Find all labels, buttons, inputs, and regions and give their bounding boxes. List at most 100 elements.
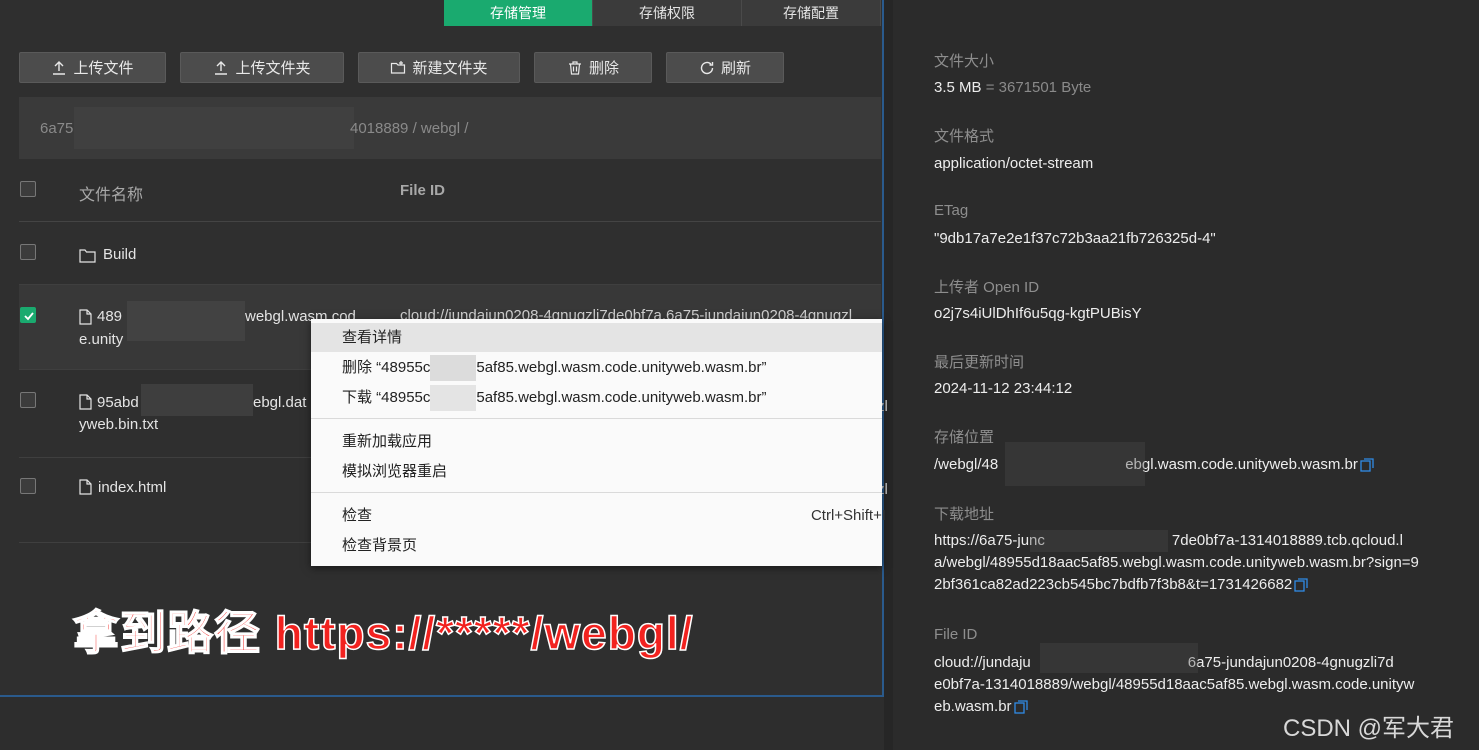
file-id-line2: e0bf7a-1314018889/webgl/48955d18aac5af85… bbox=[934, 676, 1415, 693]
breadcrumb-prefix[interactable]: 6a75 bbox=[40, 120, 73, 137]
menu-item-inspect[interactable]: 检查 Ctrl+Shift+I bbox=[311, 501, 886, 530]
copy-icon[interactable] bbox=[1294, 578, 1308, 592]
download-url-line2: a/webgl/48955d18aac5af85.webgl.wasm.code… bbox=[934, 554, 1419, 571]
upload-icon bbox=[215, 60, 228, 75]
redaction-mask bbox=[1005, 442, 1145, 486]
storage-location-suffix: ebgl.wasm.code.unityweb.wasm.br bbox=[1125, 456, 1358, 473]
file-name-end[interactable]: ebgl.dat bbox=[253, 391, 306, 414]
file-name[interactable]: index.html bbox=[98, 476, 166, 499]
storage-location-prefix: /webgl/48 bbox=[934, 456, 999, 473]
redaction-mask bbox=[141, 384, 253, 416]
download-url-line3: 2bf361ca82ad223cb545bc7bdfb7f3b8&t=17314… bbox=[934, 574, 1454, 596]
delete-button[interactable]: 删除 bbox=[534, 52, 652, 83]
menu-item-delete-suffix: 5af85.webgl.wasm.code.unityweb.wasm.br” bbox=[476, 359, 767, 376]
file-icon bbox=[79, 394, 92, 410]
context-menu: 查看详情 删除 “48955c 5af85.webgl.wasm.code.uni… bbox=[311, 319, 886, 566]
table-row[interactable]: Build bbox=[19, 222, 881, 285]
trash-icon bbox=[568, 60, 581, 75]
download-url-label: 下载地址 bbox=[934, 506, 995, 523]
download-url-line1: https://6a75-junc 7de0bf7a-1314018889.tcb… bbox=[934, 530, 1454, 552]
annotation-caption: 拿到路径 https://*****/webgl/ bbox=[72, 606, 694, 660]
panel-divider bbox=[884, 0, 893, 750]
tab-storage-permissions[interactable]: 存储权限 bbox=[593, 0, 742, 26]
bottom-strip bbox=[0, 697, 893, 750]
new-folder-icon bbox=[391, 60, 406, 74]
menu-item-view-details[interactable]: 查看详情 bbox=[311, 323, 882, 352]
uploader-openid-value: o2j7s4iUlDhIf6u5qg-kgtPUBisY bbox=[934, 305, 1142, 322]
last-updated-value: 2024-11-12 23:44:12 bbox=[934, 380, 1073, 397]
menu-item-download-prefix: 下载 “48955c bbox=[342, 389, 431, 406]
file-id-line3-text: eb.wasm.br bbox=[934, 698, 1012, 715]
file-name-line2[interactable]: e.unity bbox=[79, 328, 123, 351]
menu-item-download-suffix: 5af85.webgl.wasm.code.unityweb.wasm.br” bbox=[476, 389, 767, 406]
redaction-mask bbox=[430, 385, 477, 412]
new-folder-button[interactable]: 新建文件夹 bbox=[358, 52, 520, 83]
copy-icon[interactable] bbox=[1360, 458, 1374, 472]
file-name-start[interactable]: 489 bbox=[97, 305, 122, 328]
file-name-start[interactable]: 95abd bbox=[97, 391, 139, 414]
menu-separator bbox=[311, 418, 882, 419]
download-url-value: https://6a75-junc 7de0bf7a-1314018889.tcb… bbox=[934, 530, 1454, 596]
file-id-prefix: cloud://jundaju bbox=[934, 654, 1031, 671]
storage-tabs: 存储管理 存储权限 存储配置 bbox=[444, 0, 881, 26]
file-id-suffix: 6a75-jundajun0208-4gnugzli7d bbox=[1187, 654, 1394, 671]
menu-item-delete[interactable]: 删除 “48955c 5af85.webgl.wasm.code.unityweb… bbox=[311, 353, 882, 382]
tab-storage-management[interactable]: 存储管理 bbox=[444, 0, 593, 26]
redaction-mask bbox=[1040, 643, 1198, 673]
upload-file-button[interactable]: 上传文件 bbox=[19, 52, 166, 83]
file-size-value: 3.5 MB = 3671501 Byte bbox=[934, 77, 1454, 99]
table-header: 文件名称 File ID bbox=[19, 160, 881, 222]
redaction-mask bbox=[1030, 530, 1168, 552]
toolbar: 上传文件 上传文件夹 新建文件夹 删除 刷新 bbox=[19, 52, 798, 83]
redaction-mask bbox=[430, 355, 477, 382]
row-checkbox[interactable] bbox=[20, 392, 36, 408]
redaction-mask bbox=[127, 301, 245, 341]
download-url-suffix: 7de0bf7a-1314018889.tcb.qcloud.l bbox=[1171, 532, 1403, 549]
menu-item-reload-app[interactable]: 重新加载应用 bbox=[311, 427, 882, 456]
tab-storage-config[interactable]: 存储配置 bbox=[742, 0, 881, 26]
download-url-prefix: https://6a75-junc bbox=[934, 532, 1045, 549]
upload-file-label: 上传文件 bbox=[73, 60, 134, 77]
copy-icon[interactable] bbox=[1013, 700, 1028, 714]
row-checkbox[interactable] bbox=[20, 478, 36, 494]
new-folder-label: 新建文件夹 bbox=[412, 60, 488, 77]
upload-folder-button[interactable]: 上传文件夹 bbox=[180, 52, 344, 83]
uploader-openid-label: 上传者 Open ID bbox=[934, 279, 1040, 296]
menu-item-delete-prefix: 删除 “48955c bbox=[342, 359, 431, 376]
select-all-checkbox[interactable] bbox=[20, 181, 36, 197]
column-header-file-id: File ID bbox=[400, 182, 446, 199]
file-name-line2[interactable]: yweb.bin.txt bbox=[79, 413, 158, 436]
menu-item-inspect-label: 检查 bbox=[342, 507, 373, 524]
file-id-label: File ID bbox=[934, 626, 978, 643]
download-url-line3-text: 2bf361ca82ad223cb545bc7bdfb7f3b8&t=17314… bbox=[934, 576, 1293, 593]
menu-item-inspect-background[interactable]: 检查背景页 bbox=[311, 531, 882, 560]
file-size-mb: 3.5 MB bbox=[934, 79, 982, 96]
file-size-bytes: = 3671501 Byte bbox=[985, 79, 1092, 96]
etag-label: ETag bbox=[934, 202, 969, 219]
inspect-shortcut: Ctrl+Shift+I bbox=[810, 507, 886, 524]
check-icon bbox=[24, 312, 34, 321]
refresh-label: 刷新 bbox=[720, 60, 751, 77]
refresh-button[interactable]: 刷新 bbox=[666, 52, 784, 83]
row-checkbox-checked[interactable] bbox=[20, 307, 36, 323]
file-size-label: 文件大小 bbox=[934, 53, 995, 70]
storage-location-label: 存储位置 bbox=[934, 429, 995, 446]
breadcrumb: 6a75 4018889 / webgl / bbox=[19, 97, 881, 159]
file-details-panel bbox=[893, 0, 1479, 750]
menu-item-simulate-restart[interactable]: 模拟浏览器重启 bbox=[311, 457, 882, 486]
column-header-name[interactable]: 文件名称 bbox=[79, 181, 143, 205]
file-name[interactable]: Build bbox=[103, 243, 136, 266]
row-checkbox[interactable] bbox=[20, 244, 36, 260]
menu-item-download[interactable]: 下载 “48955c 5af85.webgl.wasm.code.unityweb… bbox=[311, 383, 882, 412]
upload-icon bbox=[53, 60, 66, 75]
file-icon bbox=[79, 479, 92, 495]
delete-label: 删除 bbox=[588, 60, 619, 77]
last-updated-label: 最后更新时间 bbox=[934, 354, 1025, 371]
file-format-value: application/octet-stream bbox=[934, 155, 1094, 172]
etag-value: "9db17a7e2e1f37c72b3aa21fb726325d-4" bbox=[934, 230, 1216, 247]
upload-folder-label: 上传文件夹 bbox=[235, 60, 311, 77]
file-icon bbox=[79, 309, 92, 325]
refresh-icon bbox=[700, 61, 714, 74]
watermark: CSDN @军大君 bbox=[1283, 715, 1455, 742]
breadcrumb-path[interactable]: 4018889 / webgl / bbox=[350, 120, 468, 137]
